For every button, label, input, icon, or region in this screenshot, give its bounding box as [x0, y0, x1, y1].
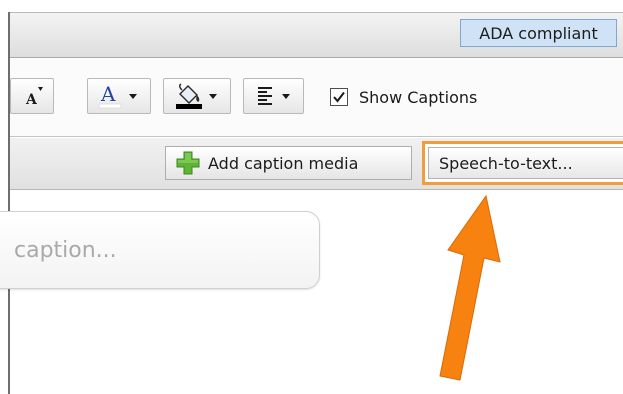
show-captions-label: Show Captions: [359, 87, 478, 107]
paint-bucket-icon: [176, 83, 217, 109]
ada-compliant-badge[interactable]: ADA compliant: [460, 19, 617, 47]
caption-placeholder: caption...: [14, 238, 117, 263]
speech-to-text-button[interactable]: Speech-to-text...: [428, 147, 623, 179]
add-caption-media-label: Add caption media: [208, 153, 359, 173]
speech-to-text-highlight: Speech-to-text...: [422, 141, 623, 185]
font-size-button[interactable]: A: [10, 78, 54, 114]
show-captions-checkbox[interactable]: [330, 88, 348, 106]
font-color-button[interactable]: A: [87, 78, 151, 114]
add-caption-media-button[interactable]: Add caption media: [165, 146, 412, 180]
svg-text:A: A: [100, 82, 116, 106]
checkmark-icon: [333, 91, 345, 103]
plus-icon: [176, 151, 200, 175]
text-align-button[interactable]: [243, 78, 304, 114]
font-color-icon: A: [98, 82, 137, 109]
svg-text:A: A: [25, 92, 38, 108]
speech-to-text-label: Speech-to-text...: [439, 153, 573, 173]
font-size-icon: A: [25, 87, 43, 108]
show-captions-toggle[interactable]: Show Captions: [330, 85, 477, 109]
align-icon: [257, 87, 290, 105]
background-color-button[interactable]: [163, 78, 231, 114]
caption-text-input[interactable]: caption...: [0, 211, 320, 289]
